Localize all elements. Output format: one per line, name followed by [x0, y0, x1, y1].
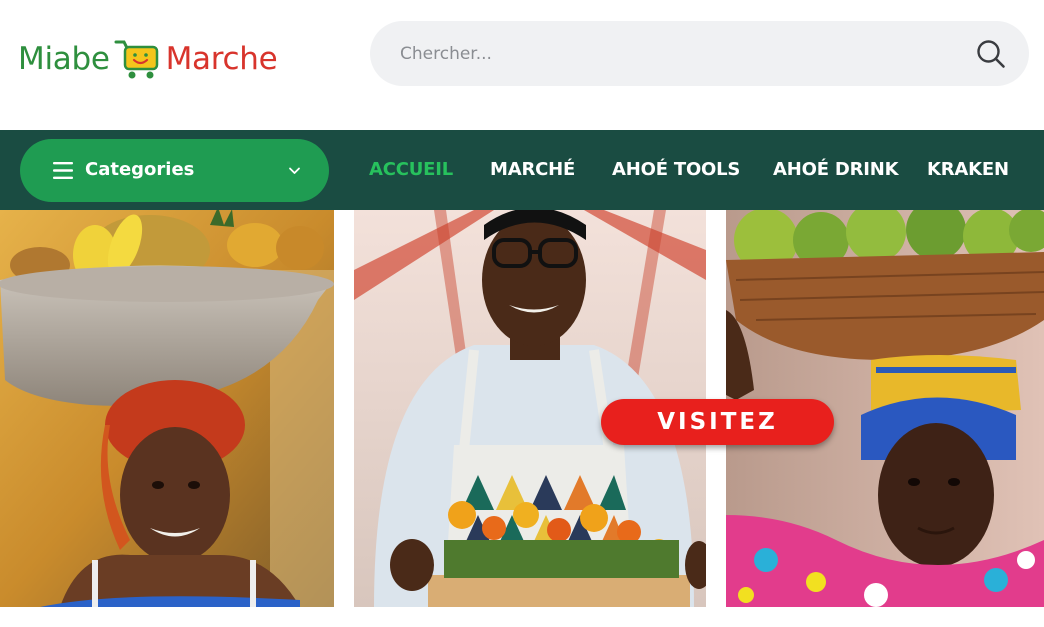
site-logo[interactable]: Miabe Marche	[18, 34, 278, 84]
site-header: Miabe Marche	[0, 0, 1044, 130]
logo-text-right: Marche	[165, 40, 278, 77]
nav-item-ahoe-drink[interactable]: AHOÉ DRINK	[773, 159, 899, 180]
woman-fruit-basin-illustration	[0, 210, 334, 607]
search-bar	[370, 21, 1029, 86]
search-icon[interactable]	[975, 38, 1007, 70]
shopping-cart-smiley-icon	[114, 40, 158, 79]
logo-text-left: Miabe	[18, 40, 110, 77]
nav-item-kraken[interactable]: KRAKEN	[927, 159, 1009, 180]
nav-menu: ACCUEIL MARCHÉ AHOÉ TOOLS AHOÉ DRINK KRA…	[0, 130, 1044, 210]
visitez-button[interactable]: VISITEZ	[601, 399, 834, 445]
hero-banner[interactable]	[0, 210, 1044, 607]
main-nav: Categories ACCUEIL MARCHÉ AHOÉ TOOLS AHO…	[0, 130, 1044, 210]
nav-item-marche[interactable]: MARCHÉ	[490, 159, 575, 180]
nav-item-accueil[interactable]: ACCUEIL	[369, 159, 453, 180]
nav-item-ahoe-tools[interactable]: AHOÉ TOOLS	[612, 159, 740, 180]
banner-photo-fruit-vendor	[0, 210, 334, 607]
search-input[interactable]	[400, 21, 960, 86]
